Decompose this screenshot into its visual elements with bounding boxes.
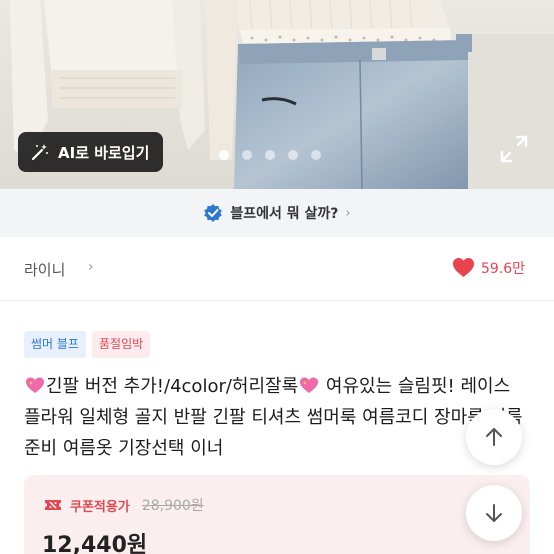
heart-icon (453, 257, 474, 278)
price-card: 쿠폰적용가 28,900원 12,440원 (24, 475, 530, 554)
carousel-dot[interactable] (288, 150, 298, 160)
scroll-up-button[interactable] (466, 409, 522, 465)
product-image-carousel[interactable]: AI로 바로입기 (0, 0, 554, 189)
product-title: 긴팔 버전 추가!/4color/허리잘록 여유있는 슬림핏! 레이스 플라워 … (24, 371, 524, 464)
banner-text: 블프에서 뭐 살까? (230, 206, 339, 222)
product-badges: 썸머 블프 품절임박 (24, 331, 151, 358)
badge-summer-bunp: 썸머 블프 (24, 331, 86, 358)
title-text-1: 긴팔 버전 추가!/4color/허리잘록 (46, 376, 299, 397)
coupon-price-label: 쿠폰적용가 (70, 499, 130, 515)
verified-check-icon (204, 204, 223, 222)
arrow-down-icon (486, 504, 502, 522)
carousel-dot[interactable] (265, 150, 275, 160)
seller-name[interactable]: 라이니 (24, 259, 65, 280)
ai-try-on-label: AI로 바로입기 (58, 143, 150, 162)
scroll-down-button[interactable] (466, 485, 522, 541)
final-price: 12,440원 (42, 533, 148, 554)
magic-wand-icon (31, 144, 48, 161)
carousel-indicator (219, 150, 321, 160)
chevron-right-icon: › (88, 259, 94, 275)
ai-try-on-button[interactable]: AI로 바로입기 (18, 132, 164, 172)
bunp-promo-banner[interactable]: 블프에서 뭐 살까? › (0, 189, 554, 237)
carousel-dot[interactable] (242, 150, 252, 160)
coupon-icon (45, 500, 61, 510)
original-price: 28,900원 (141, 498, 204, 514)
like-button[interactable]: 59.6만 (452, 257, 525, 278)
coupon-row: 쿠폰적용가 28,900원 (44, 495, 204, 515)
expand-icon[interactable] (499, 134, 529, 164)
seller-row: 라이니 › 59.6만 (0, 237, 554, 301)
like-count: 59.6만 (481, 260, 526, 277)
chevron-right-icon: › (345, 205, 351, 221)
arrow-up-icon (486, 428, 502, 446)
sparkling-heart-icon (26, 377, 44, 393)
carousel-dot[interactable] (311, 150, 321, 160)
carousel-dot[interactable] (219, 150, 229, 160)
badge-almost-sold-out: 품절임박 (91, 331, 151, 358)
sparkling-heart-icon (300, 377, 319, 393)
